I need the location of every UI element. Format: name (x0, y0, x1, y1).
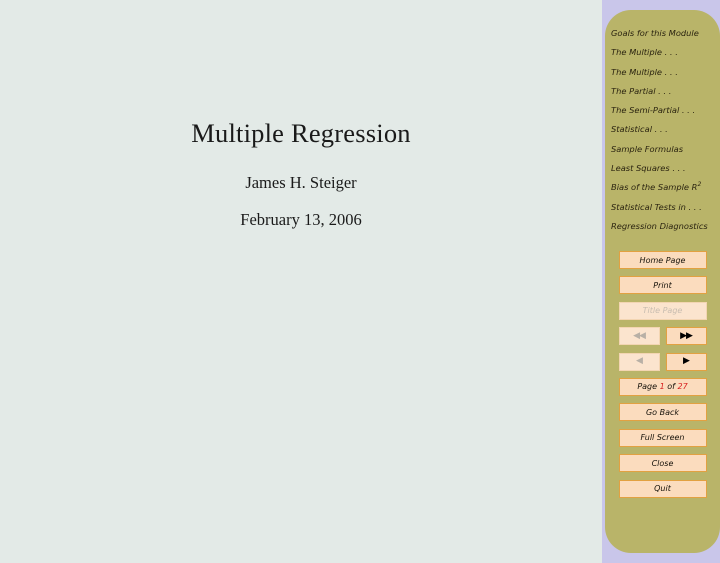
full-screen-button[interactable]: Full Screen (618, 428, 707, 447)
button-row-title-page: Title Page (605, 301, 720, 320)
toc-item-goals-for-this-module[interactable]: Goals for this Module (605, 24, 720, 43)
button-row-page-indicator: Page 1 of 27 (605, 377, 720, 396)
toc-item-label: Bias of the Sample R (611, 182, 698, 193)
toc-item-the-multiple-2[interactable]: The Multiple . . . (605, 63, 720, 82)
page-indicator[interactable]: Page 1 of 27 (618, 377, 707, 396)
toc-item-regression-diagnostics[interactable]: Regression Diagnostics (605, 217, 720, 236)
slide-page: Multiple Regression James H. Steiger Feb… (0, 0, 720, 563)
page-indicator-middle: of (667, 382, 675, 392)
document-author: James H. Steiger (245, 173, 357, 192)
title-page-button: Title Page (618, 301, 707, 320)
page-indicator-current: 1 (659, 382, 665, 392)
next-page-button[interactable]: ▶ (665, 352, 707, 371)
button-row-prev-next: ◀ ▶ (605, 352, 720, 371)
print-button[interactable]: Print (618, 276, 707, 295)
document-date: February 13, 2006 (240, 210, 362, 229)
go-back-button[interactable]: Go Back (618, 403, 707, 422)
table-of-contents: Goals for this Module The Multiple . . .… (605, 24, 720, 236)
previous-page-button: ◀ (618, 352, 660, 371)
navigation-panel: Goals for this Module The Multiple . . .… (605, 10, 720, 553)
toc-item-least-squares[interactable]: Least Squares . . . (605, 159, 720, 178)
double-right-arrow-icon: ▶▶ (680, 330, 693, 341)
toc-item-statistical-tests-in[interactable]: Statistical Tests in . . . (605, 198, 720, 217)
button-row-print: Print (605, 276, 720, 295)
button-row-full-screen: Full Screen (605, 428, 720, 447)
last-page-button[interactable]: ▶▶ (665, 327, 707, 346)
first-page-button: ◀◀ (618, 327, 660, 346)
button-row-go-back: Go Back (605, 403, 720, 422)
double-left-arrow-icon: ◀◀ (633, 330, 646, 341)
close-button[interactable]: Close (618, 454, 707, 473)
toc-item-superscript: 2 (697, 181, 702, 189)
page-indicator-total: 27 (677, 382, 688, 392)
toc-item-the-multiple-1[interactable]: The Multiple . . . (605, 43, 720, 62)
navigation-button-stack: Home Page Print Title Page ◀◀ ▶▶ ◀ ▶ Pag… (605, 251, 720, 505)
button-row-home: Home Page (605, 251, 720, 269)
button-row-close: Close (605, 454, 720, 473)
page-indicator-prefix: Page (637, 382, 658, 392)
home-page-button[interactable]: Home Page (618, 251, 707, 269)
toc-item-statistical[interactable]: Statistical . . . (605, 120, 720, 139)
slide-content-area: Multiple Regression James H. Steiger Feb… (0, 0, 602, 563)
quit-button[interactable]: Quit (618, 479, 707, 498)
button-row-first-last: ◀◀ ▶▶ (605, 327, 720, 346)
toc-item-sample-formulas[interactable]: Sample Formulas (605, 140, 720, 159)
right-arrow-icon: ▶ (683, 356, 690, 367)
title-block: Multiple Regression James H. Steiger Feb… (0, 118, 602, 230)
toc-item-the-semi-partial[interactable]: The Semi-Partial . . . (605, 101, 720, 120)
toc-item-bias-of-the-sample-r2[interactable]: Bias of the Sample R2 (605, 178, 720, 197)
left-arrow-icon: ◀ (636, 356, 643, 367)
button-row-quit: Quit (605, 479, 720, 498)
page-title: Multiple Regression (191, 118, 411, 148)
toc-item-the-partial[interactable]: The Partial . . . (605, 82, 720, 101)
